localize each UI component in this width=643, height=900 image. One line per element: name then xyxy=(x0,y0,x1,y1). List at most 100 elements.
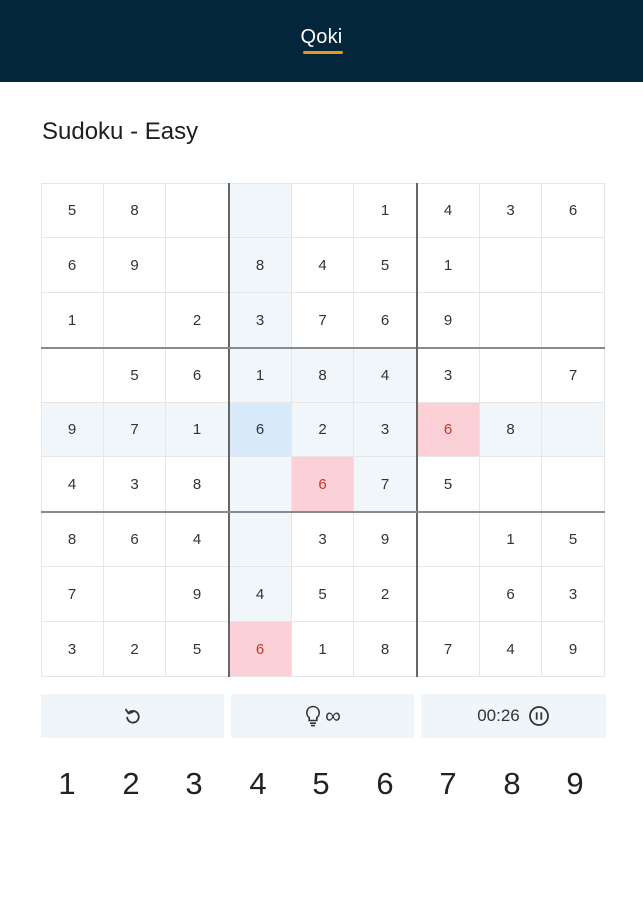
timer-button[interactable]: 00:26 xyxy=(421,694,606,738)
sudoku-cell[interactable] xyxy=(417,567,480,622)
sudoku-cell[interactable]: 6 xyxy=(41,238,104,293)
sudoku-cell[interactable]: 8 xyxy=(229,238,292,293)
sudoku-cell[interactable]: 7 xyxy=(542,348,605,403)
sudoku-cell[interactable]: 2 xyxy=(104,622,166,677)
number-button[interactable]: 8 xyxy=(487,760,537,808)
sudoku-cell[interactable] xyxy=(480,293,542,348)
sudoku-cell[interactable] xyxy=(166,183,229,238)
sudoku-cell[interactable]: 3 xyxy=(292,512,354,567)
sudoku-cell[interactable]: 5 xyxy=(166,622,229,677)
sudoku-cell[interactable]: 3 xyxy=(229,293,292,348)
undo-button[interactable] xyxy=(41,694,224,738)
sudoku-cell[interactable] xyxy=(292,183,354,238)
sudoku-cell[interactable]: 5 xyxy=(104,348,166,403)
sudoku-cell[interactable]: 7 xyxy=(417,622,480,677)
sudoku-cell[interactable]: 4 xyxy=(354,348,417,403)
hint-button[interactable]: ∞ xyxy=(231,694,414,738)
sudoku-cell[interactable] xyxy=(542,457,605,512)
sudoku-cell[interactable]: 6 xyxy=(229,622,292,677)
sudoku-cell[interactable] xyxy=(166,238,229,293)
sudoku-cell[interactable]: 9 xyxy=(41,403,104,457)
sudoku-cell[interactable]: 8 xyxy=(354,622,417,677)
timer-display: 00:26 xyxy=(477,706,520,725)
sudoku-cell[interactable]: 9 xyxy=(417,293,480,348)
number-button[interactable]: 7 xyxy=(423,760,473,808)
sudoku-cell[interactable]: 3 xyxy=(480,183,542,238)
sudoku-cell[interactable]: 8 xyxy=(41,512,104,567)
sudoku-cell[interactable]: 7 xyxy=(292,293,354,348)
sudoku-cell[interactable]: 3 xyxy=(104,457,166,512)
brand-logo[interactable]: Qoki xyxy=(0,26,643,49)
sudoku-cell[interactable]: 6 xyxy=(354,293,417,348)
number-button[interactable]: 2 xyxy=(106,760,156,808)
number-button[interactable]: 4 xyxy=(233,760,283,808)
sudoku-cell[interactable]: 6 xyxy=(480,567,542,622)
number-button[interactable]: 3 xyxy=(169,760,219,808)
number-button[interactable]: 9 xyxy=(550,760,600,808)
sudoku-cell[interactable]: 4 xyxy=(480,622,542,677)
sudoku-cell[interactable] xyxy=(104,293,166,348)
sudoku-cell[interactable] xyxy=(542,238,605,293)
sudoku-cell[interactable]: 6 xyxy=(166,348,229,403)
lightbulb-icon xyxy=(304,705,322,727)
sudoku-cell[interactable] xyxy=(229,457,292,512)
sudoku-cell[interactable]: 3 xyxy=(354,403,417,457)
sudoku-cell[interactable]: 1 xyxy=(229,348,292,403)
sudoku-cell[interactable]: 5 xyxy=(417,457,480,512)
sudoku-cell[interactable] xyxy=(480,238,542,293)
sudoku-cell[interactable]: 1 xyxy=(417,238,480,293)
sudoku-cell[interactable]: 4 xyxy=(41,457,104,512)
sudoku-cell[interactable]: 4 xyxy=(417,183,480,238)
sudoku-cell[interactable]: 6 xyxy=(229,403,292,457)
sudoku-cell[interactable]: 1 xyxy=(41,293,104,348)
sudoku-cell[interactable]: 6 xyxy=(104,512,166,567)
sudoku-cell[interactable] xyxy=(542,403,605,457)
sudoku-cell[interactable]: 8 xyxy=(104,183,166,238)
number-button[interactable]: 1 xyxy=(42,760,92,808)
sudoku-cell[interactable]: 2 xyxy=(354,567,417,622)
sudoku-cell[interactable]: 6 xyxy=(542,183,605,238)
sudoku-cell[interactable]: 3 xyxy=(542,567,605,622)
sudoku-cell[interactable] xyxy=(480,348,542,403)
sudoku-cell[interactable]: 6 xyxy=(417,403,480,457)
sudoku-cell[interactable]: 9 xyxy=(542,622,605,677)
number-pad: 123456789 xyxy=(37,760,607,808)
sudoku-cell[interactable]: 5 xyxy=(354,238,417,293)
sudoku-cell[interactable]: 8 xyxy=(166,457,229,512)
sudoku-cell[interactable]: 1 xyxy=(292,622,354,677)
sudoku-cell[interactable]: 5 xyxy=(41,183,104,238)
sudoku-cell[interactable]: 5 xyxy=(542,512,605,567)
sudoku-cell[interactable] xyxy=(480,457,542,512)
pause-icon[interactable] xyxy=(528,705,550,727)
sudoku-cell[interactable]: 3 xyxy=(417,348,480,403)
sudoku-cell[interactable]: 4 xyxy=(229,567,292,622)
sudoku-cell[interactable]: 6 xyxy=(292,457,354,512)
sudoku-cell[interactable] xyxy=(229,512,292,567)
sudoku-cell[interactable]: 1 xyxy=(354,183,417,238)
page-title: Sudoku - Easy xyxy=(42,118,199,145)
sudoku-cell[interactable]: 8 xyxy=(480,403,542,457)
sudoku-cell[interactable] xyxy=(104,567,166,622)
sudoku-cell[interactable]: 5 xyxy=(292,567,354,622)
sudoku-cell[interactable]: 7 xyxy=(104,403,166,457)
sudoku-cell[interactable] xyxy=(229,183,292,238)
sudoku-cell[interactable] xyxy=(542,293,605,348)
sudoku-cell[interactable]: 3 xyxy=(41,622,104,677)
sudoku-cell[interactable]: 9 xyxy=(354,512,417,567)
sudoku-cell[interactable]: 1 xyxy=(480,512,542,567)
sudoku-cell[interactable]: 4 xyxy=(166,512,229,567)
sudoku-cell[interactable]: 9 xyxy=(166,567,229,622)
sudoku-cell[interactable]: 9 xyxy=(104,238,166,293)
sudoku-cell[interactable]: 1 xyxy=(166,403,229,457)
sudoku-cell[interactable] xyxy=(417,512,480,567)
sudoku-cell[interactable]: 4 xyxy=(292,238,354,293)
sudoku-cell[interactable]: 2 xyxy=(292,403,354,457)
number-button[interactable]: 5 xyxy=(296,760,346,808)
sudoku-cell[interactable] xyxy=(41,348,104,403)
sudoku-cell[interactable]: 8 xyxy=(292,348,354,403)
sudoku-cell[interactable]: 7 xyxy=(41,567,104,622)
sudoku-cell[interactable]: 2 xyxy=(166,293,229,348)
number-button[interactable]: 6 xyxy=(360,760,410,808)
sudoku-board: 5814366984511237695618437971623684386758… xyxy=(41,183,605,677)
sudoku-cell[interactable]: 7 xyxy=(354,457,417,512)
